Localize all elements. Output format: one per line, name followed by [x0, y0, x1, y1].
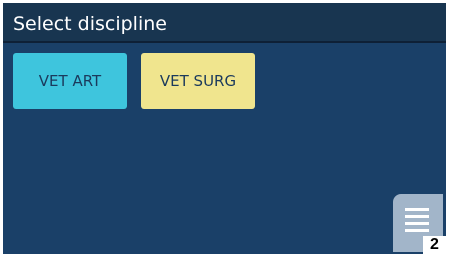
- discipline-button-vet-art[interactable]: VET ART: [13, 53, 127, 109]
- callout-badge: 2: [423, 236, 446, 254]
- screen: Select discipline VET ART VET SURG: [3, 3, 446, 254]
- discipline-button-vet-surg[interactable]: VET SURG: [141, 53, 255, 109]
- hamburger-menu-icon: [405, 208, 429, 232]
- header-bar: Select discipline: [3, 3, 446, 41]
- header-divider: [3, 41, 446, 43]
- page-title: Select discipline: [13, 13, 167, 35]
